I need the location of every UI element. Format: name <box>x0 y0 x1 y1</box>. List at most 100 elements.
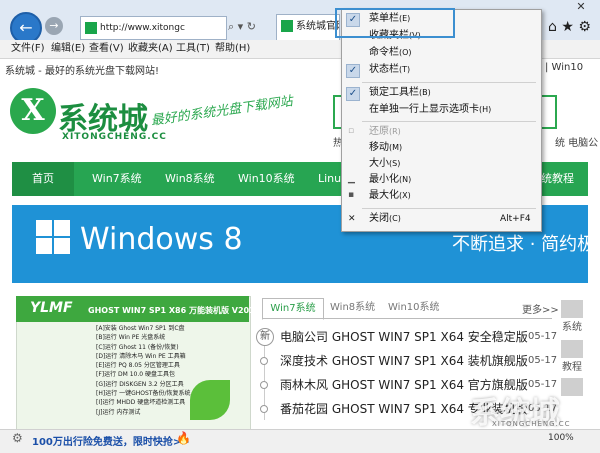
menu-item-accel: (H) <box>479 105 492 114</box>
hot-links[interactable]: 统 电脑公 <box>555 134 598 149</box>
menu-item-label: 大小 <box>369 158 389 169</box>
watermark-subtitle: XITONGCHENG.CC <box>492 420 571 428</box>
tab-favicon <box>281 20 293 32</box>
thumbnail-menu-line: [B]运行 Win PE 光盘系统 <box>96 334 166 342</box>
menu-separator <box>362 121 536 122</box>
restore-icon: ▫ <box>348 126 355 136</box>
side-system-button[interactable]: 系统 <box>558 300 586 333</box>
list-item[interactable]: 电脑公司 GHOST WIN7 SP1 X64 安全稳定版 <box>280 327 528 347</box>
menu-item-close[interactable]: 关闭(C) <box>369 211 401 227</box>
menu-item-restore: 还原(R) <box>369 124 401 140</box>
toolbar-icons[interactable]: ⌂ ★ ⚙ <box>548 14 600 40</box>
thumbnail-menu-line: [E]运行 PQ 8.05 分区管理工具 <box>96 362 180 370</box>
gear-icon[interactable]: ⚙ <box>12 431 23 445</box>
minimize-icon: ▁ <box>348 174 355 184</box>
menu-item-label: 最小化 <box>369 174 399 185</box>
thumbnail-brand: YLMF <box>30 300 73 316</box>
refresh-icon[interactable]: ↻ <box>247 20 256 33</box>
windows-logo-icon <box>36 220 70 254</box>
checkmark-icon: ✓ <box>346 87 360 101</box>
menu-item-command-bar[interactable]: 命令栏(O) <box>369 45 412 61</box>
more-link[interactable]: 更多>> <box>522 301 559 316</box>
menu-item-lock-toolbars[interactable]: 锁定工具栏(B) <box>369 85 431 101</box>
tab-win8[interactable]: Win8系统 <box>330 298 375 318</box>
banner-title: Windows 8 <box>80 222 243 257</box>
nav-win10[interactable]: Win10系统 <box>238 162 295 196</box>
menu-item-label: 锁定工具栏 <box>369 87 419 98</box>
leaf-graphic <box>190 380 230 420</box>
address-bar[interactable]: http://www.xitongc <box>80 16 227 40</box>
logo-subtitle: XITONGCHENG.CC <box>62 132 167 142</box>
tab-win10[interactable]: Win10系统 <box>388 298 440 318</box>
menu-item-accel: (S) <box>389 159 401 168</box>
side-system-label: 系统 <box>562 322 582 333</box>
top-links[interactable]: | Win10 <box>545 62 583 73</box>
menu-item-accel: (O) <box>399 48 412 57</box>
menu-item-accel: (B) <box>419 88 431 97</box>
grid-icon <box>561 300 583 318</box>
zoom-level[interactable]: 100% <box>548 433 574 443</box>
tab-divider <box>262 318 552 319</box>
menu-tools[interactable]: 工具(T) <box>176 42 210 56</box>
address-actions[interactable]: ⌕ ▾ ↻ <box>228 16 273 38</box>
menu-view[interactable]: 查看(V) <box>89 42 124 56</box>
thumbnail-menu-line: [A]安装 Ghost Win7 SP1 到C盘 <box>96 325 185 332</box>
menu-item-accel: (N) <box>399 175 412 184</box>
menu-favorites[interactable]: 收藏夹(A) <box>128 42 173 56</box>
side-tools-button[interactable] <box>558 378 586 396</box>
side-tutorial-button[interactable]: 教程 <box>558 340 586 373</box>
thumbnail-title: GHOST WIN7 SP1 X86 万能装机版 V2016.03 <box>88 306 275 315</box>
menu-separator <box>362 208 536 209</box>
dropdown-icon[interactable]: ▾ <box>238 20 244 33</box>
address-text: http://www.xitongc <box>100 23 185 33</box>
thumbnail-menu-line: [H]运行 一键GHOST备份/恢复系统 <box>96 390 191 398</box>
list-bullet <box>260 405 268 413</box>
window-close-button[interactable]: ✕ <box>566 0 596 14</box>
search-icon[interactable]: ⌕ <box>228 20 234 33</box>
thumbnail-menu-line: [I]运行 MHDD 硬盘坏道检测工具 <box>96 399 186 407</box>
list-item-date: 05-17 <box>528 331 558 342</box>
menu-item-move[interactable]: 移动(M) <box>369 140 402 156</box>
menu-edit[interactable]: 编辑(E) <box>51 42 85 56</box>
list-item-date: 05-17 <box>528 355 558 366</box>
site-favicon <box>85 21 97 34</box>
logo-icon[interactable]: X <box>10 88 56 134</box>
nav-win7[interactable]: Win7系统 <box>92 162 142 196</box>
thumbnail-menu-line: [C]运行 Ghost 11 (备份/恢复) <box>96 343 179 351</box>
menu-item-tabs-separate-row[interactable]: 在单独一行上显示选项卡(H) <box>369 102 491 118</box>
thumbnail-menu-line: [J]运行 内存测试 <box>96 408 141 416</box>
menu-help[interactable]: 帮助(H) <box>215 42 250 56</box>
banner-slogan: 不断追求 · 简约极 <box>452 234 596 255</box>
menu-item-maximize[interactable]: 最大化(X) <box>369 188 411 204</box>
menu-item-label: 还原 <box>369 126 389 137</box>
browser-tab[interactable]: 系统城官网 <box>276 14 340 41</box>
thumbnail-menu-line: [G]运行 DISKGEN 3.2 分区工具 <box>96 380 184 388</box>
list-bullet <box>260 381 268 389</box>
menu-item-minimize[interactable]: 最小化(N) <box>369 172 411 188</box>
menu-item-label: 状态栏 <box>369 64 399 75</box>
tab-win7[interactable]: Win7系统 <box>262 298 324 320</box>
nav-win8[interactable]: Win8系统 <box>165 162 215 196</box>
menu-item-accel: (C) <box>389 214 401 223</box>
menu-item-status-bar[interactable]: 状态栏(T) <box>369 62 410 78</box>
forward-button[interactable]: → <box>45 17 63 35</box>
nav-home[interactable]: 首页 <box>32 162 54 196</box>
checkmark-icon: ✓ <box>346 64 360 78</box>
menu-file[interactable]: 文件(F) <box>11 42 45 56</box>
nav-tutorials[interactable]: 统教程 <box>541 162 574 196</box>
new-badge: 新 <box>256 328 274 346</box>
menu-separator <box>362 82 536 83</box>
maximize-icon: ▪ <box>348 190 355 200</box>
close-shortcut: Alt+F4 <box>500 214 531 224</box>
promo-link[interactable]: 100万出行险免费送，限时快抢>> <box>32 433 190 448</box>
site-tagline: 系统城 - 最好的系统光盘下载网站! <box>5 66 159 77</box>
highlight-box <box>335 8 455 38</box>
list-item[interactable]: 深度技术 GHOST WIN7 SP1 X64 装机旗舰版 <box>280 351 528 371</box>
side-tutorial-label: 教程 <box>562 362 582 373</box>
thumbnail-menu: [A]安装 Ghost Win7 SP1 到C盘 [B]运行 Win PE 光盘… <box>96 324 190 417</box>
menu-item-accel: (X) <box>399 191 411 200</box>
close-icon: ✕ <box>348 214 356 224</box>
menu-item-accel: (R) <box>389 127 401 136</box>
tab-title: 系统城官网 <box>296 21 339 32</box>
menu-item-size[interactable]: 大小(S) <box>369 156 400 172</box>
